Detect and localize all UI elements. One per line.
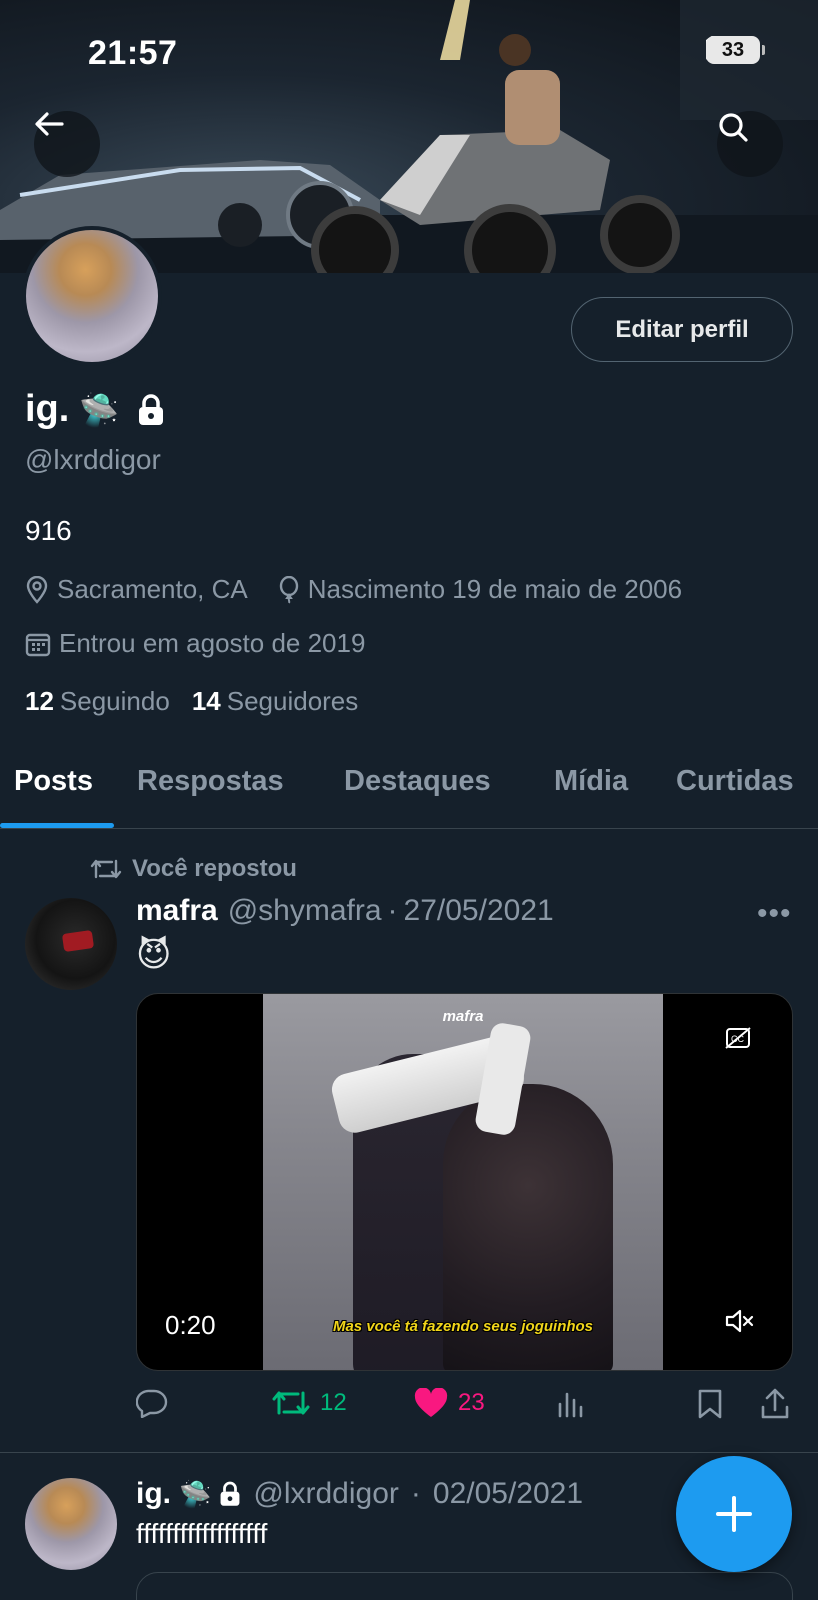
joined-text: Entrou em agosto de 2019 xyxy=(59,628,366,658)
tab-destaques[interactable]: Destaques xyxy=(344,765,491,798)
post-date[interactable]: 27/05/2021 xyxy=(404,894,554,928)
search-icon xyxy=(719,113,748,142)
repost-icon xyxy=(272,1391,310,1415)
location-item: Sacramento, CA xyxy=(25,574,248,605)
profile-handle: @lxrddigor xyxy=(25,444,161,475)
views-icon xyxy=(558,1392,583,1418)
tab-curtidas[interactable]: Curtidas xyxy=(676,765,794,798)
followers-link[interactable]: 14 Seguidores xyxy=(192,686,358,717)
profile-name-row: ig. 🛸 xyxy=(25,388,165,431)
post-header: ig. 🛸 @lxrddigor · 02/05/2021 xyxy=(136,1477,583,1511)
captions-off-icon: CC xyxy=(725,1027,751,1049)
post-author-name[interactable]: ig. xyxy=(136,1477,171,1511)
ufo-emoji: 🛸 xyxy=(79,391,120,428)
post-media-card[interactable] xyxy=(136,1572,793,1600)
tab-midia[interactable]: Mídia xyxy=(554,765,628,798)
following-count: 12 xyxy=(25,686,54,716)
like-button[interactable]: 23 xyxy=(414,1388,485,1418)
heart-icon xyxy=(414,1388,448,1417)
status-bar: 21:57 33 xyxy=(0,0,818,110)
profile-bio: 916 xyxy=(25,515,72,546)
edit-profile-button[interactable]: Editar perfil xyxy=(571,297,793,362)
profile-meta-row: Sacramento, CA Nascimento 19 de maio de … xyxy=(25,574,712,605)
volume-muted-icon xyxy=(725,1309,754,1333)
lock-icon xyxy=(139,393,164,425)
display-name: ig. xyxy=(25,388,70,430)
post-separator: · xyxy=(387,894,398,927)
views-button[interactable] xyxy=(556,1388,586,1418)
post-date[interactable]: 02/05/2021 xyxy=(433,1477,583,1511)
joined-row: Entrou em agosto de 2019 xyxy=(25,628,395,659)
post-more-button[interactable]: ••• xyxy=(757,897,792,931)
location-text: Sacramento, CA xyxy=(57,574,248,604)
battery-indicator: 33 xyxy=(706,36,765,64)
birth-text: Nascimento 19 de maio de 2006 xyxy=(307,574,683,604)
profile-tabs: Posts Respostas Destaques Mídia Curtidas xyxy=(0,747,818,829)
post-author-handle: @lxrddigor xyxy=(253,1477,399,1510)
share-button[interactable] xyxy=(760,1388,790,1420)
post-separator: · xyxy=(410,1477,421,1510)
post-video[interactable]: mafra Mas você tá fazendo seus joguinhos… xyxy=(136,993,793,1371)
follow-stats: 12 Seguindo 14 Seguidores xyxy=(25,686,380,717)
tab-posts[interactable]: Posts xyxy=(14,765,93,798)
mute-button[interactable] xyxy=(724,1308,754,1339)
post-author-avatar[interactable] xyxy=(25,1478,117,1570)
bookmark-icon xyxy=(698,1389,722,1419)
repost-icon xyxy=(90,859,122,879)
post-author-name[interactable]: mafra xyxy=(136,894,218,928)
repost-indicator: Você repostou xyxy=(90,855,297,883)
arrow-left-icon xyxy=(35,112,64,136)
video-duration: 0:20 xyxy=(165,1310,216,1340)
following-label: Seguindo xyxy=(59,686,170,716)
joined-item: Entrou em agosto de 2019 xyxy=(25,628,365,659)
post-divider xyxy=(0,1452,818,1453)
status-time: 21:57 xyxy=(88,34,178,72)
bookmark-button[interactable] xyxy=(696,1388,724,1420)
reply-button[interactable] xyxy=(136,1388,168,1418)
search-button[interactable] xyxy=(717,111,783,177)
balloon-icon xyxy=(279,575,298,603)
followers-label: Seguidores xyxy=(226,686,359,716)
retweet-count: 12 xyxy=(320,1389,347,1416)
post-header: mafra @shymafra · 27/05/2021 xyxy=(136,894,554,928)
plus-icon xyxy=(716,1496,752,1532)
battery-level: 33 xyxy=(721,38,745,61)
share-icon xyxy=(761,1388,789,1419)
retweet-button[interactable]: 12 xyxy=(272,1388,347,1418)
post-text: 😈 xyxy=(136,936,172,974)
repost-label: Você repostou xyxy=(132,855,297,882)
tab-respostas[interactable]: Respostas xyxy=(137,765,284,798)
birth-item: Nascimento 19 de maio de 2006 xyxy=(278,574,682,605)
video-subtitle: Mas você tá fazendo seus joguinhos xyxy=(332,1318,594,1335)
like-count: 23 xyxy=(458,1389,485,1416)
active-tab-indicator xyxy=(0,823,114,828)
location-pin-icon xyxy=(26,575,48,604)
following-link[interactable]: 12 Seguindo xyxy=(25,686,170,717)
captions-button[interactable]: CC xyxy=(724,1026,752,1055)
reply-icon xyxy=(136,1389,168,1418)
ufo-emoji: 🛸 xyxy=(179,1478,212,1509)
post-text: ffffffffffffffffff xyxy=(136,1518,268,1549)
post-actions: 12 23 xyxy=(136,1388,796,1428)
post-author-handle: @shymafra xyxy=(227,894,382,927)
compose-button[interactable] xyxy=(676,1456,792,1572)
calendar-icon xyxy=(25,633,51,656)
post-author-avatar[interactable] xyxy=(25,898,117,990)
video-frame: mafra Mas você tá fazendo seus joguinhos xyxy=(263,994,663,1370)
video-watermark: mafra xyxy=(442,1008,484,1025)
followers-count: 14 xyxy=(191,686,221,716)
profile-avatar[interactable] xyxy=(22,226,162,366)
profile-banner[interactable]: 21:57 33 xyxy=(0,0,818,273)
back-button[interactable] xyxy=(34,111,100,177)
lock-icon xyxy=(220,1481,240,1506)
